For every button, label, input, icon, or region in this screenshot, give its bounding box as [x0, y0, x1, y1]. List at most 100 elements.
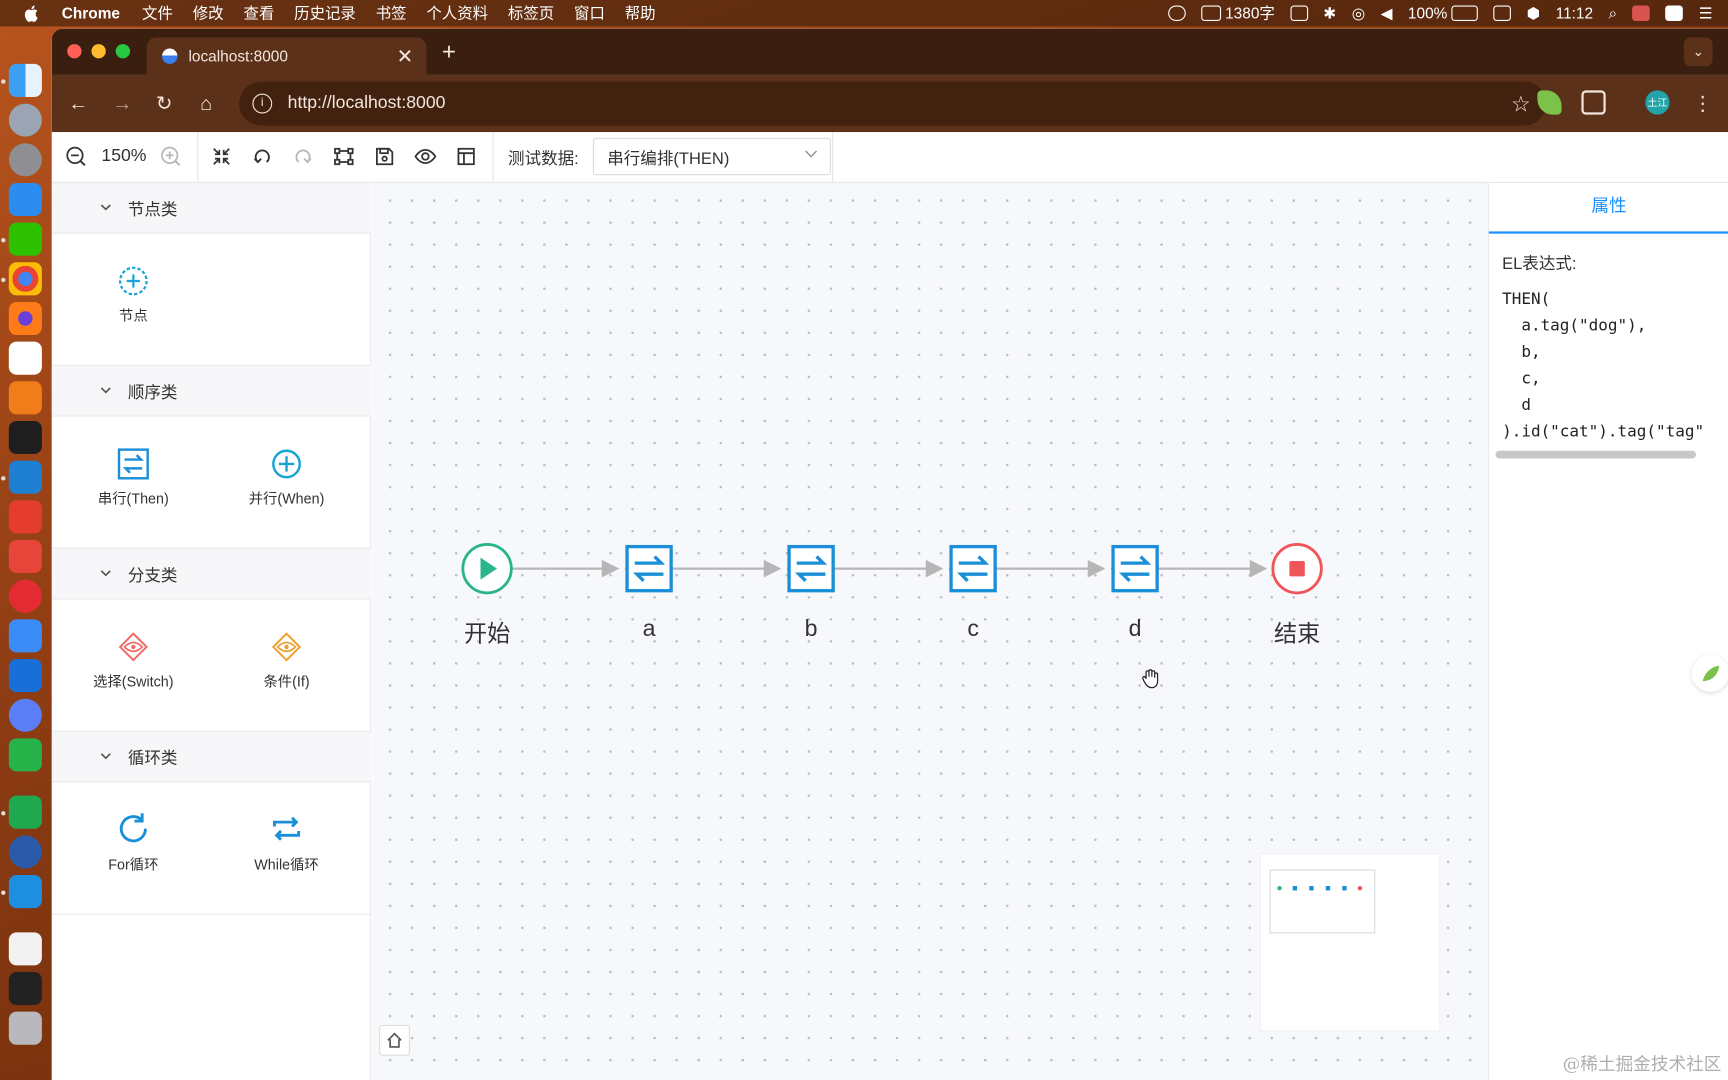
- el-expression-code[interactable]: THEN( a.tag("dog"), b, c, d ).id("cat").…: [1502, 287, 1704, 446]
- preview-eye-icon[interactable]: [414, 145, 438, 169]
- palette-item-for[interactable]: For循环: [67, 811, 199, 874]
- finder-icon[interactable]: [8, 63, 42, 97]
- tab-close-icon[interactable]: ✕: [397, 45, 414, 68]
- palette-item-if[interactable]: 条件(If): [220, 630, 352, 691]
- menu-window[interactable]: 窗口: [574, 2, 605, 24]
- firefox-icon[interactable]: [8, 301, 42, 336]
- menu-bookmarks[interactable]: 书签: [376, 2, 407, 24]
- menu-history[interactable]: 历史记录: [294, 2, 356, 24]
- app-status-icon[interactable]: [1632, 5, 1651, 21]
- chrome-menu-icon[interactable]: ⋮: [1687, 88, 1718, 119]
- node-start[interactable]: 开始: [443, 542, 531, 649]
- group-header-node[interactable]: 节点类: [51, 182, 372, 234]
- tab-properties[interactable]: 属性: [1488, 183, 1728, 234]
- palette-item-while[interactable]: While循环: [220, 811, 352, 874]
- menu-app-name[interactable]: Chrome: [62, 4, 120, 22]
- wechat-dock-icon[interactable]: [8, 222, 42, 256]
- browser-app-icon[interactable]: [8, 698, 42, 732]
- music-app-icon[interactable]: [8, 500, 42, 534]
- minimap-viewport[interactable]: [1269, 869, 1376, 934]
- battery-status[interactable]: 100%: [1408, 4, 1479, 22]
- site-info-icon[interactable]: i: [252, 93, 273, 114]
- palette-item-switch[interactable]: 选择(Switch): [67, 630, 199, 691]
- node-b[interactable]: b: [767, 542, 855, 642]
- fit-view-icon[interactable]: [210, 145, 234, 169]
- new-tab-button[interactable]: +: [442, 37, 456, 66]
- wechat-icon[interactable]: [1167, 5, 1186, 21]
- keyboard-app-icon[interactable]: [8, 932, 42, 966]
- group-header-loop[interactable]: 循环类: [51, 731, 372, 783]
- node-c[interactable]: c: [929, 542, 1017, 642]
- shield-icon[interactable]: ⬢: [1527, 4, 1540, 23]
- zoom-out-icon[interactable]: [65, 145, 89, 169]
- system-settings-icon[interactable]: [8, 143, 42, 177]
- window-minimize-button[interactable]: [91, 44, 106, 59]
- window-zoom-button[interactable]: [115, 44, 131, 59]
- window-close-button[interactable]: [67, 44, 82, 59]
- palette-item-then[interactable]: 串行(Then): [67, 447, 199, 508]
- wordcount-status[interactable]: 1380字: [1200, 2, 1275, 24]
- menu-profiles[interactable]: 个人资料: [426, 2, 488, 24]
- s-dock-icon[interactable]: [8, 875, 42, 909]
- group-header-branch[interactable]: 分支类: [51, 548, 372, 600]
- trash-icon[interactable]: [8, 1011, 42, 1045]
- menu-help[interactable]: 帮助: [625, 2, 656, 24]
- app-store-icon[interactable]: [8, 182, 42, 216]
- test-data-select[interactable]: 串行编排(THEN): [592, 137, 831, 176]
- launchpad-icon[interactable]: [8, 103, 42, 137]
- tab-search-button[interactable]: ⌄: [1683, 37, 1713, 67]
- reload-button[interactable]: ↻: [149, 88, 180, 119]
- feishu-icon[interactable]: [8, 619, 42, 653]
- books-icon[interactable]: [8, 381, 42, 415]
- profile-avatar[interactable]: 土江: [1645, 90, 1670, 115]
- menu-file[interactable]: 文件: [142, 2, 173, 24]
- palette-item-when[interactable]: 并行(When): [220, 447, 352, 508]
- forward-button[interactable]: →: [107, 88, 138, 119]
- group-header-sequence[interactable]: 顺序类: [51, 365, 372, 417]
- back-button[interactable]: ←: [63, 88, 94, 119]
- flow-canvas[interactable]: 开始 a b c d 结束: [372, 182, 1488, 1080]
- select-area-icon[interactable]: [333, 145, 357, 169]
- menu-view[interactable]: 查看: [243, 2, 274, 24]
- chrome-icon[interactable]: [8, 262, 42, 296]
- layout-panel-icon[interactable]: [455, 145, 479, 169]
- bookmark-star-icon[interactable]: ☆: [1511, 90, 1531, 118]
- minimap[interactable]: [1259, 852, 1441, 1032]
- url-text[interactable]: http://localhost:8000: [288, 94, 446, 114]
- apple-icon[interactable]: [24, 5, 46, 22]
- vscode-icon[interactable]: [8, 460, 42, 494]
- bluetooth-icon[interactable]: ✱: [1323, 4, 1336, 23]
- menu-edit[interactable]: 修改: [193, 2, 224, 24]
- reset-view-button[interactable]: [379, 1024, 410, 1056]
- home-button[interactable]: ⌂: [191, 88, 222, 119]
- redo-icon[interactable]: [292, 145, 316, 169]
- code-horizontal-scrollbar[interactable]: [1495, 450, 1697, 459]
- browser-tab[interactable]: localhost:8000 ✕: [146, 37, 427, 75]
- evernote-icon[interactable]: [8, 738, 42, 772]
- node-end[interactable]: 结束: [1253, 542, 1341, 649]
- s-app-icon[interactable]: [1665, 5, 1684, 21]
- node-d[interactable]: d: [1091, 542, 1179, 642]
- node-a[interactable]: a: [605, 542, 693, 642]
- undo-icon[interactable]: [251, 145, 275, 169]
- pycharm-icon[interactable]: [8, 795, 42, 829]
- network-icon[interactable]: ◎: [1352, 4, 1365, 23]
- wps-icon[interactable]: [8, 835, 42, 869]
- clock-text[interactable]: 11:12: [1556, 4, 1593, 22]
- menu-tabs[interactable]: 标签页: [508, 2, 554, 24]
- address-bar[interactable]: i http://localhost:8000 ☆: [239, 81, 1547, 126]
- control-center-icon[interactable]: ☰: [1699, 4, 1713, 23]
- extensions-puzzle-icon[interactable]: [1581, 90, 1606, 115]
- video-app-icon[interactable]: [8, 659, 42, 693]
- save-icon[interactable]: [374, 145, 398, 169]
- netease-music-icon[interactable]: [8, 579, 42, 613]
- spotlight-icon[interactable]: ⌕: [1609, 4, 1618, 23]
- volume-icon[interactable]: ◀: [1381, 4, 1393, 23]
- floating-extension-button[interactable]: [1691, 654, 1728, 693]
- zoom-in-icon[interactable]: [160, 145, 184, 169]
- terminal-icon[interactable]: [8, 420, 42, 455]
- monitor-app-icon[interactable]: [8, 971, 42, 1006]
- calendar-icon[interactable]: [8, 341, 42, 375]
- input-method-icon[interactable]: [1290, 5, 1308, 21]
- palette-item-node[interactable]: 节点: [67, 264, 199, 325]
